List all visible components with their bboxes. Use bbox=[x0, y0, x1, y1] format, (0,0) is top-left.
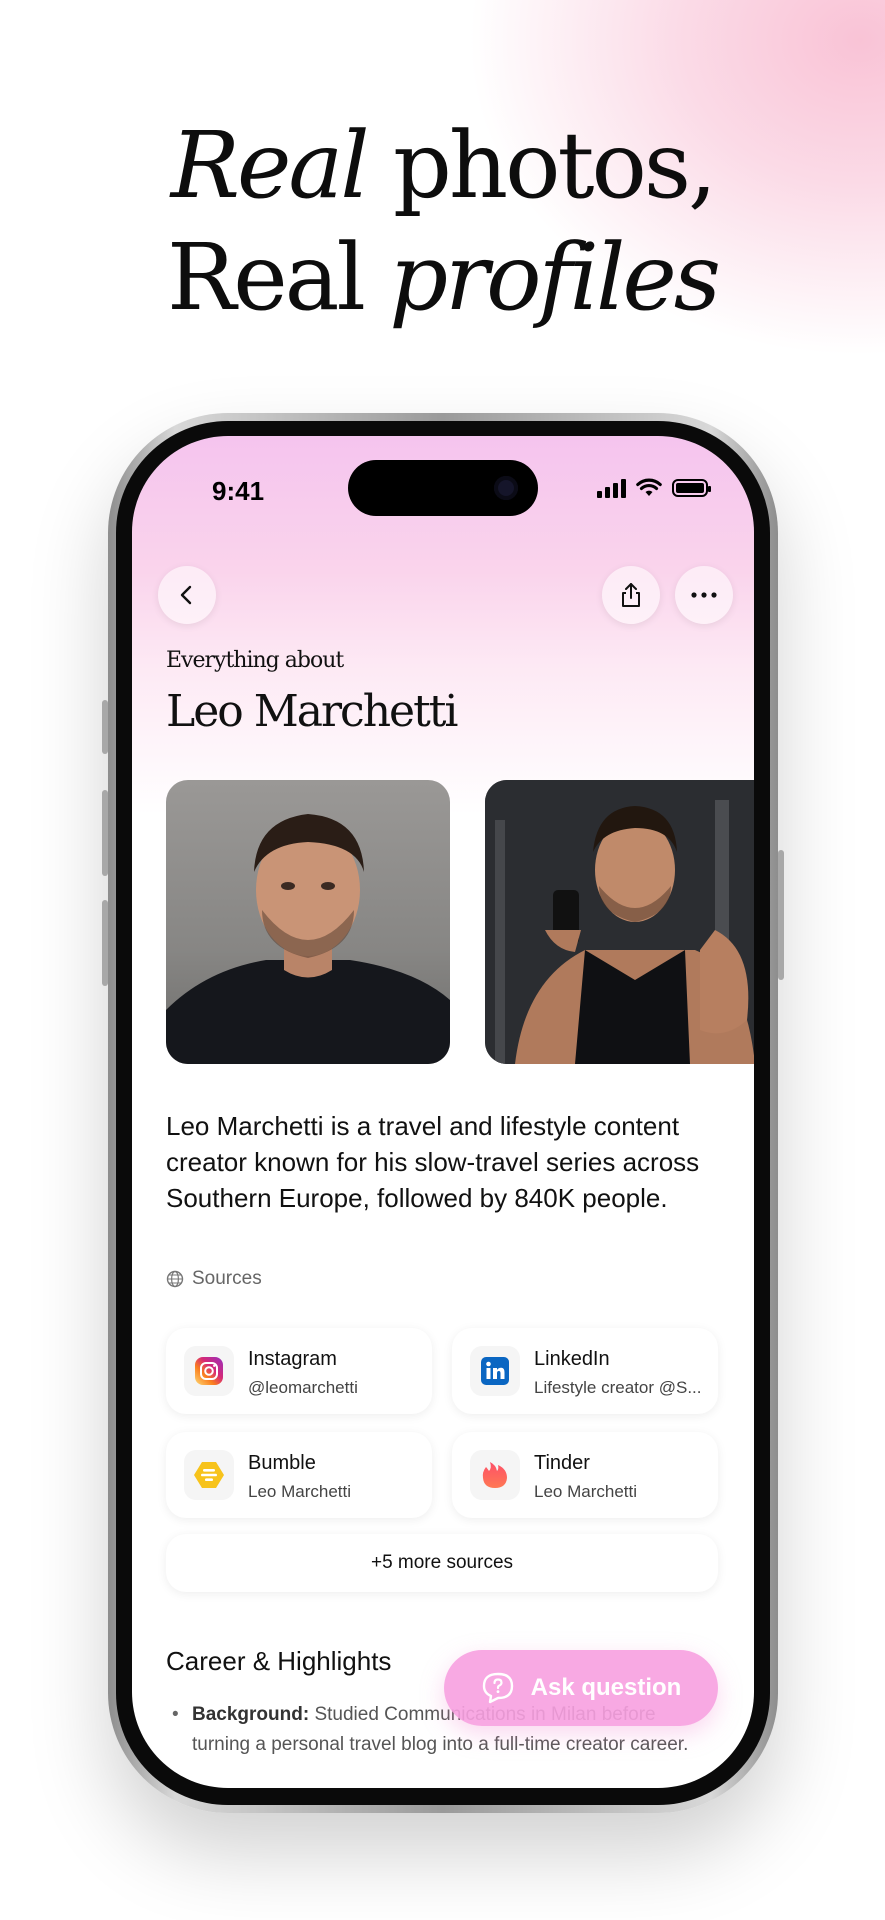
ask-question-button[interactable]: Ask question bbox=[444, 1650, 718, 1726]
tinder-logo bbox=[470, 1450, 520, 1500]
marketing-headline: Real photos, Real profiles bbox=[0, 110, 885, 334]
source-handle: Leo Marchetti bbox=[248, 1482, 351, 1501]
more-sources-button[interactable]: +5 more sources bbox=[166, 1534, 718, 1592]
globe-icon bbox=[166, 1270, 184, 1288]
sources-label: Sources bbox=[192, 1268, 262, 1289]
status-time: 9:41 bbox=[212, 476, 265, 506]
back-button[interactable] bbox=[158, 566, 216, 624]
gym-selfie-illustration bbox=[485, 780, 754, 1064]
career-section-title: Career & Highlights bbox=[166, 1646, 392, 1676]
source-handle: Lifestyle creator @S... bbox=[534, 1378, 702, 1397]
bullet-dot-icon: • bbox=[172, 1704, 179, 1725]
ellipsis-icon bbox=[691, 592, 717, 598]
sources-header: Sources bbox=[166, 1268, 262, 1290]
ask-question-label: Ask question bbox=[530, 1674, 682, 1701]
source-name: Instagram bbox=[248, 1348, 337, 1370]
share-icon bbox=[622, 583, 640, 607]
headline-text-1: photos, bbox=[366, 112, 717, 219]
battery-icon bbox=[672, 479, 711, 497]
source-handle: Leo Marchetti bbox=[534, 1482, 637, 1501]
linkedin-icon bbox=[481, 1357, 509, 1385]
portrait-illustration bbox=[166, 814, 450, 1064]
source-card-linkedin[interactable]: LinkedIn Lifestyle creator @S... bbox=[452, 1328, 718, 1414]
headline-line-1: Real photos, bbox=[0, 110, 885, 222]
question-bubble-icon bbox=[482, 1672, 513, 1704]
linkedin-logo bbox=[470, 1346, 520, 1396]
headline-line-2: Real profiles bbox=[0, 222, 885, 334]
headline-italic-1: Real bbox=[170, 112, 370, 219]
source-name: Tinder bbox=[534, 1452, 590, 1474]
source-card-tinder[interactable]: Tinder Leo Marchetti bbox=[452, 1432, 718, 1518]
page-eyebrow: Everything about bbox=[166, 648, 344, 673]
profile-photo-gym-selfie[interactable] bbox=[485, 780, 754, 1064]
phone-volume-up bbox=[102, 790, 108, 876]
status-icons bbox=[597, 478, 711, 498]
source-name: LinkedIn bbox=[534, 1348, 610, 1370]
phone-volume-down bbox=[102, 900, 108, 986]
wifi-icon bbox=[636, 478, 662, 496]
phone-action-button bbox=[102, 700, 108, 754]
source-name: Bumble bbox=[248, 1452, 316, 1474]
bullet-label: Background: bbox=[192, 1704, 310, 1725]
page-title: Leo Marchetti bbox=[166, 686, 459, 737]
bumble-logo bbox=[184, 1450, 234, 1500]
source-card-instagram[interactable]: Instagram @leomarchetti bbox=[166, 1328, 432, 1414]
source-card-bumble[interactable]: Bumble Leo Marchetti bbox=[166, 1432, 432, 1518]
camera-icon bbox=[494, 476, 518, 500]
profile-description: Leo Marchetti is a travel and lifestyle … bbox=[166, 1111, 700, 1213]
share-button[interactable] bbox=[602, 566, 660, 624]
instagram-logo bbox=[184, 1346, 234, 1396]
chevron-left-icon bbox=[180, 585, 192, 605]
more-options-button[interactable] bbox=[675, 566, 733, 624]
headline-text-2: Real bbox=[166, 224, 390, 331]
headline-italic-2: profiles bbox=[389, 224, 721, 331]
instagram-icon bbox=[195, 1357, 223, 1385]
profile-photo-portrait[interactable] bbox=[166, 780, 450, 1064]
phone-power-button bbox=[778, 850, 784, 980]
dynamic-island bbox=[348, 460, 538, 516]
app-screen: 9:41 Everything about Leo Marchetti Leo … bbox=[132, 436, 754, 1788]
cellular-signal-icon bbox=[597, 478, 626, 498]
tinder-icon bbox=[482, 1462, 507, 1488]
bumble-icon bbox=[194, 1462, 224, 1488]
source-handle: @leomarchetti bbox=[248, 1378, 358, 1397]
